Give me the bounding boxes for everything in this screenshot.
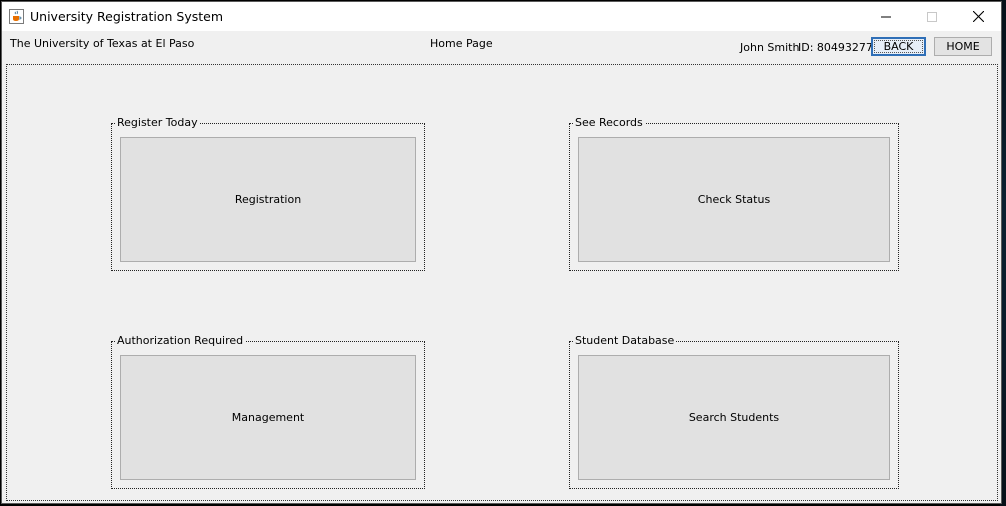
header-bar: The University of Texas at El Paso Home … [2, 31, 1001, 62]
management-button[interactable]: Management [120, 355, 416, 480]
group-title: Student Database [573, 334, 677, 347]
back-button[interactable]: BACK [871, 37, 926, 56]
home-button-label: HOME [946, 40, 980, 53]
maximize-icon [927, 11, 937, 22]
authorization-required-group: Authorization Required Management [111, 334, 425, 489]
close-icon [972, 11, 984, 22]
check-status-button[interactable]: Check Status [578, 137, 890, 262]
close-button[interactable] [955, 2, 1001, 31]
title-bar: University Registration System [2, 2, 1001, 31]
main-panel: Register Today Registration See Records … [6, 64, 998, 501]
user-id: ID: 80493277 [798, 41, 873, 54]
group-title: Register Today [115, 116, 200, 129]
management-button-label: Management [231, 411, 305, 424]
group-title: See Records [573, 116, 645, 129]
registration-button-label: Registration [234, 193, 302, 206]
user-name: John Smith [740, 41, 800, 54]
app-window: University Registration System The Unive… [1, 1, 1002, 504]
check-status-button-label: Check Status [697, 193, 771, 206]
search-students-button[interactable]: Search Students [578, 355, 890, 480]
window-title: University Registration System [30, 9, 223, 24]
home-button[interactable]: HOME [934, 37, 992, 56]
search-students-button-label: Search Students [688, 411, 780, 424]
register-today-group: Register Today Registration [111, 116, 425, 271]
maximize-button[interactable] [909, 2, 955, 31]
page-title: Home Page [430, 37, 493, 50]
see-records-group: See Records Check Status [569, 116, 899, 271]
focus-ring [874, 40, 923, 53]
university-label: The University of Texas at El Paso [10, 37, 195, 50]
registration-button[interactable]: Registration [120, 137, 416, 262]
student-database-group: Student Database Search Students [569, 334, 899, 489]
minimize-icon [881, 16, 891, 17]
group-title: Authorization Required [115, 334, 246, 347]
java-cup-icon [9, 9, 24, 24]
minimize-button[interactable] [863, 2, 909, 31]
